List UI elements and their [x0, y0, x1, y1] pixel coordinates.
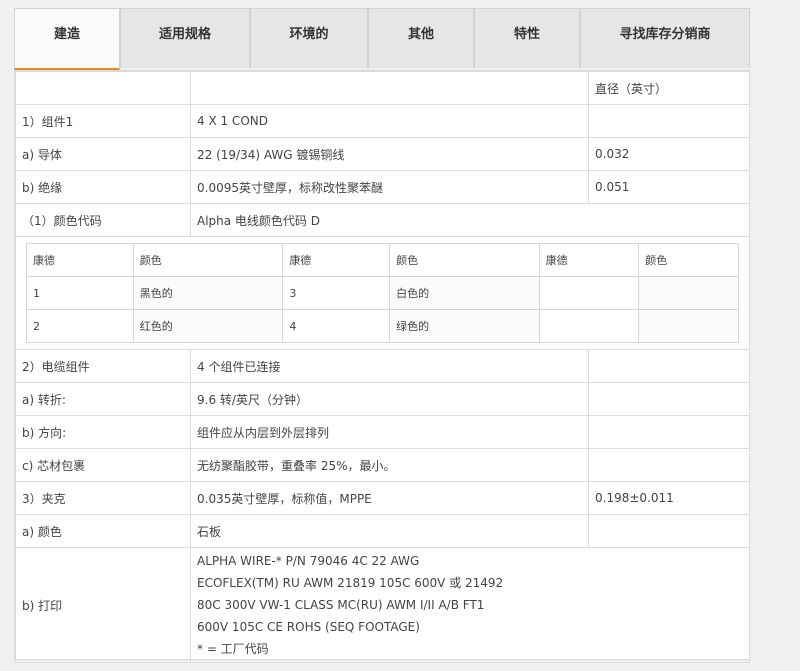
conductor-color: 白色的 — [389, 276, 540, 310]
row-value: 4 个组件已连接 — [190, 349, 589, 383]
row-value: Alpha 电线颜色代码 D — [190, 203, 750, 237]
row-value: 9.6 转/英尺（分钟） — [190, 382, 589, 416]
conductor-color: 绿色的 — [389, 309, 540, 343]
row-diameter — [588, 382, 750, 416]
row-label: a) 导体 — [15, 137, 191, 171]
conductor-number: 3 — [282, 276, 391, 310]
row-label: c) 芯材包裹 — [15, 448, 191, 482]
row-label: b) 绝缘 — [15, 170, 191, 204]
row-value: 无纺聚酯胶带，重叠率 25%，最小。 — [190, 448, 589, 482]
conductor-color: 黑色的 — [132, 276, 284, 310]
header-blank — [15, 71, 191, 105]
color-code-header: 康德 — [282, 243, 391, 277]
print-line: 80C 300V VW-1 CLASS MC(RU) AWM I/II A/B … — [197, 598, 485, 612]
color-code-table: 康德 颜色 康德 颜色 康德 颜色 1 黑色的 3 白色的 2 红色的 4 绿色… — [26, 243, 739, 343]
color-code-header: 康德 — [538, 243, 640, 277]
conductor-number: 2 — [26, 309, 134, 343]
row-diameter: 0.032 — [588, 137, 750, 171]
color-code-header: 颜色 — [638, 243, 739, 277]
table-row: 3）夹克 0.035英寸壁厚，标称值，MPPE 0.198±0.011 — [15, 481, 750, 515]
color-code-header: 颜色 — [389, 243, 540, 277]
row-value: 0.0095英寸壁厚，标称改性聚苯醚 — [190, 170, 589, 204]
tab-properties[interactable]: 特性 — [474, 8, 580, 68]
conductor-color — [638, 309, 739, 343]
table-row: a) 颜色 石板 — [15, 514, 750, 548]
row-diameter — [588, 415, 750, 449]
table-row: c) 芯材包裹 无纺聚酯胶带，重叠率 25%，最小。 — [15, 448, 750, 482]
table-row: a) 导体 22 (19/34) AWG 镀锡铜线 0.032 — [15, 137, 750, 171]
row-diameter — [588, 514, 750, 548]
color-code-row: 康德 颜色 康德 颜色 康德 颜色 1 黑色的 3 白色的 2 红色的 4 绿色… — [15, 236, 750, 350]
print-line: 600V 105C CE ROHS (SEQ FOOTAGE) — [197, 620, 420, 634]
color-code-row: 2 红色的 4 绿色的 — [26, 309, 739, 343]
color-code-header: 颜色 — [132, 243, 284, 277]
row-value: 4 X 1 COND — [190, 104, 589, 138]
construction-panel: 直径（英寸） 1）组件1 4 X 1 COND a) 导体 22 (19/34)… — [14, 70, 750, 663]
row-diameter — [588, 349, 750, 383]
row-label: 3）夹克 — [15, 481, 191, 515]
tab-find-distributor[interactable]: 寻找库存分销商 — [580, 8, 750, 68]
conductor-number — [538, 309, 640, 343]
color-code-header: 康德 — [26, 243, 134, 277]
table-row: 1）组件1 4 X 1 COND — [15, 104, 750, 138]
page: 建造 适用规格 环境的 其他 特性 寻找库存分销商 直径（英寸） 1）组件1 4… — [0, 0, 800, 671]
table-row: a) 转折: 9.6 转/英尺（分钟） — [15, 382, 750, 416]
print-line: ALPHA WIRE-* P/N 79046 4C 22 AWG — [197, 554, 420, 568]
tab-construction[interactable]: 建造 — [14, 8, 120, 70]
row-label: a) 转折: — [15, 382, 191, 416]
row-diameter: 0.051 — [588, 170, 750, 204]
row-label: b) 方向: — [15, 415, 191, 449]
row-value: 0.035英寸壁厚，标称值，MPPE — [190, 481, 589, 515]
row-diameter — [588, 448, 750, 482]
table-row: （1）颜色代码 Alpha 电线颜色代码 D — [15, 203, 750, 237]
print-row: b) 打印 ALPHA WIRE-* P/N 79046 4C 22 AWG E… — [15, 547, 750, 663]
color-code-cell: 康德 颜色 康德 颜色 康德 颜色 1 黑色的 3 白色的 2 红色的 4 绿色… — [15, 236, 750, 350]
row-value: 22 (19/34) AWG 镀锡铜线 — [190, 137, 589, 171]
row-label: a) 颜色 — [15, 514, 191, 548]
row-label: 1）组件1 — [15, 104, 191, 138]
row-label: 2）电缆组件 — [15, 349, 191, 383]
row-diameter: 0.198±0.011 — [588, 481, 750, 515]
conductor-color — [638, 276, 739, 310]
conductor-number: 1 — [26, 276, 134, 310]
header-blank — [190, 71, 589, 105]
row-label: （1）颜色代码 — [15, 203, 191, 237]
conductor-number — [538, 276, 640, 310]
diameter-header: 直径（英寸） — [588, 71, 750, 105]
tab-applicable-specs[interactable]: 适用规格 — [120, 8, 250, 68]
row-diameter — [588, 104, 750, 138]
table-row: 2）电缆组件 4 个组件已连接 — [15, 349, 750, 383]
tab-other[interactable]: 其他 — [368, 8, 474, 68]
row-label: b) 打印 — [15, 547, 191, 663]
table-row: b) 方向: 组件应从内层到外层排列 — [15, 415, 750, 449]
color-code-row: 1 黑色的 3 白色的 — [26, 276, 739, 310]
conductor-color: 红色的 — [132, 309, 284, 343]
print-line: ECOFLEX(TM) RU AWM 21819 105C 600V 或 214… — [197, 576, 504, 590]
tab-bar: 建造 适用规格 环境的 其他 特性 寻找库存分销商 — [14, 8, 750, 70]
table-row: b) 绝缘 0.0095英寸壁厚，标称改性聚苯醚 0.051 — [15, 170, 750, 204]
tab-environmental[interactable]: 环境的 — [250, 8, 368, 68]
print-legend: ALPHA WIRE-* P/N 79046 4C 22 AWG ECOFLEX… — [190, 547, 750, 663]
row-value: 组件应从内层到外层排列 — [190, 415, 589, 449]
table-header-row: 直径（英寸） — [15, 71, 750, 105]
color-code-header-row: 康德 颜色 康德 颜色 康德 颜色 — [26, 243, 739, 277]
row-value: 石板 — [190, 514, 589, 548]
conductor-number: 4 — [282, 309, 391, 343]
construction-table: 直径（英寸） 1）组件1 4 X 1 COND a) 导体 22 (19/34)… — [15, 71, 750, 663]
print-line: * = 工厂代码 — [197, 642, 269, 656]
